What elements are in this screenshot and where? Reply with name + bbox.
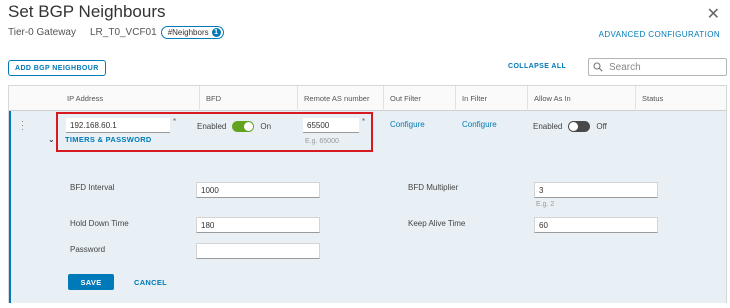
chevron-down-icon: ⌄: [48, 135, 56, 144]
save-button[interactable]: SAVE: [68, 274, 114, 290]
allow-as-in-toggle[interactable]: [568, 121, 591, 132]
remote-as-hint: E.g. 65000: [305, 138, 339, 145]
bfd-toggle-group: Enabled On: [197, 121, 271, 132]
neighbors-count-badge: 1: [211, 28, 221, 37]
in-filter-configure-link[interactable]: Configure: [462, 120, 497, 129]
hold-down-time-input[interactable]: 180: [196, 217, 320, 233]
toggle-knob: [569, 122, 579, 131]
bfd-interval-label: BFD Interval: [70, 183, 115, 192]
allow-as-in-enabled-label: Enabled: [533, 122, 563, 131]
out-filter-configure-link[interactable]: Configure: [390, 120, 425, 129]
bfd-enabled-label: Enabled: [197, 122, 227, 131]
cancel-button[interactable]: CANCEL: [134, 278, 167, 287]
column-header-allow-as-in[interactable]: Allow As In: [527, 86, 635, 111]
drag-handle-icon[interactable]: · · ·: [21, 117, 27, 134]
search-box[interactable]: [588, 58, 727, 76]
gateway-label: Tier-0 Gateway: [8, 27, 76, 38]
allow-as-in-toggle-group: Enabled Off: [533, 121, 607, 132]
allow-as-in-state-label: Off: [596, 122, 607, 131]
gateway-name: LR_T0_VCF01: [89, 27, 157, 38]
column-header-remote-as[interactable]: Remote AS number: [297, 86, 383, 111]
search-input[interactable]: [609, 61, 719, 73]
neighbors-pill[interactable]: #Neighbors 1: [160, 26, 224, 39]
collapse-all-link[interactable]: COLLAPSE ALL: [508, 63, 566, 70]
column-header-in-filter[interactable]: In Filter: [455, 86, 527, 111]
toggle-knob: [244, 122, 254, 131]
bfd-interval-input[interactable]: 1000: [196, 182, 320, 198]
dialog-title: Set BGP Neighbours: [8, 2, 166, 21]
column-header-out-filter[interactable]: Out Filter: [383, 86, 455, 111]
bfd-state-label: On: [260, 122, 272, 131]
advanced-configuration-link[interactable]: ADVANCED CONFIGURATION: [599, 30, 720, 39]
required-marker: *: [362, 117, 366, 126]
timers-section-toggle[interactable]: ⌄ TIMERS & PASSWORD: [48, 135, 152, 144]
password-label: Password: [70, 245, 106, 254]
keep-alive-time-input[interactable]: 60: [534, 217, 658, 233]
remote-as-input[interactable]: 65500: [303, 118, 359, 133]
hold-down-time-label: Hold Down Time: [70, 219, 129, 228]
bfd-multiplier-label: BFD Multiplier: [408, 183, 459, 192]
grid-header: IP Address BFD Remote AS number Out Filt…: [9, 86, 726, 111]
column-header-ip-address[interactable]: IP Address: [61, 86, 199, 111]
column-header-status[interactable]: Status: [635, 86, 726, 111]
bfd-toggle[interactable]: [232, 121, 255, 132]
bfd-multiplier-hint: E.g. 2: [536, 201, 555, 208]
neighbors-pill-label: #Neighbors: [167, 28, 209, 37]
required-marker: *: [173, 117, 177, 126]
add-bgp-neighbour-button[interactable]: ADD BGP NEIGHBOUR: [8, 60, 106, 76]
password-input[interactable]: [196, 243, 320, 259]
ip-address-input[interactable]: 192.168.60.1: [66, 118, 170, 133]
close-icon[interactable]: ✕: [707, 4, 720, 24]
column-header-bfd[interactable]: BFD: [199, 86, 297, 111]
search-icon: [593, 62, 603, 72]
keep-alive-time-label: Keep Alive Time: [408, 219, 466, 228]
timers-section-title: TIMERS & PASSWORD: [65, 135, 152, 144]
gateway-info: Tier-0 Gateway LR_T0_VCF01 #Neighbors 1: [8, 26, 224, 39]
bfd-multiplier-input[interactable]: 3: [534, 182, 658, 198]
